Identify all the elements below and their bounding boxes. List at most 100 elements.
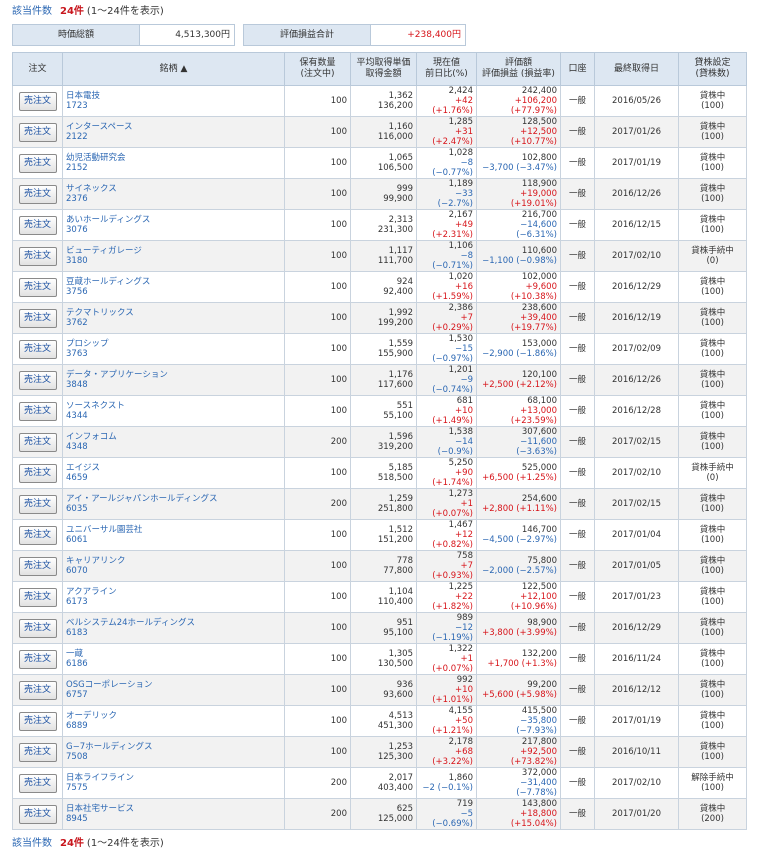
sell-order-button[interactable]: 売注文 [18,339,57,359]
sell-order-button[interactable]: 売注文 [18,184,57,204]
sell-order-button[interactable]: 売注文 [18,742,57,762]
sell-order-button[interactable]: 売注文 [18,246,57,266]
stock-code-link[interactable]: 4659 [66,473,281,483]
qty-cell: 100 [284,736,351,768]
stock-code-link[interactable]: 6889 [66,721,281,731]
stock-cell: あいホールディングス 3076 [62,209,285,241]
stock-code-link[interactable]: 4348 [66,442,281,452]
sell-order-button[interactable]: 売注文 [18,463,57,483]
stock-code-link[interactable]: 3756 [66,287,281,297]
valuation-cell: 102,000 +9,600 (+10.38%) [476,271,561,303]
sell-order-button[interactable]: 売注文 [18,432,57,452]
lending-status: 貸株中 [699,525,726,535]
stock-name-link[interactable]: 一蔵 [66,649,281,659]
valuation: 146,700 [521,525,557,535]
cost-amount: 199,200 [377,318,413,328]
date-cell: 2017/02/10 [594,767,679,799]
sell-order-button[interactable]: 売注文 [18,773,57,793]
stock-code-link[interactable]: 6173 [66,597,281,607]
valuation-cell: 75,800 −2,000 (−2.57%) [476,550,561,582]
stock-code-link[interactable]: 8945 [66,814,281,824]
stock-name-link[interactable]: G−7ホールディングス [66,742,281,752]
stock-name-link[interactable]: 豆蔵ホールディングス [66,277,281,287]
stock-code-link[interactable]: 1723 [66,101,281,111]
stock-name-link[interactable]: アイ・アールジャパンホールディングス [66,494,281,504]
sell-order-button[interactable]: 売注文 [18,153,57,173]
price-cell: 1,530 −15 (−0.97%) [416,333,477,365]
stock-code-link[interactable]: 6757 [66,690,281,700]
sell-order-button[interactable]: 売注文 [18,308,57,328]
stock-code-link[interactable]: 6186 [66,659,281,669]
sell-order-button[interactable]: 売注文 [18,804,57,824]
stock-code-link[interactable]: 3762 [66,318,281,328]
sell-order-button[interactable]: 売注文 [18,556,57,576]
date-cell: 2016/12/19 [594,302,679,334]
stock-name-link[interactable]: ユニバーサル園芸社 [66,525,281,535]
stock-name-link[interactable]: 幼児活動研究会 [66,153,281,163]
col-qty-l1: 保有数量 [299,58,336,68]
sell-order-button[interactable]: 売注文 [18,494,57,514]
sell-order-button[interactable]: 売注文 [18,680,57,700]
stock-name-link[interactable]: エイジス [66,463,281,473]
stock-name-link[interactable]: サイネックス [66,184,281,194]
sell-order-button[interactable]: 売注文 [18,122,57,142]
date-cell: 2016/12/29 [594,612,679,644]
stock-code-link[interactable]: 7508 [66,752,281,762]
profit-loss: +13,000 (+23.59%) [510,406,557,426]
sell-order-button[interactable]: 売注文 [18,587,57,607]
sell-order-button[interactable]: 売注文 [18,277,57,297]
stock-code-link[interactable]: 6183 [66,628,281,638]
stock-name-link[interactable]: アクアライン [66,587,281,597]
summary-bar: 時価総額 4,513,300円 評価損益合計 +238,400円 [0,24,767,46]
stock-code-link[interactable]: 3180 [66,256,281,266]
stock-name-link[interactable]: ベルシステム24ホールディングス [66,618,281,628]
stock-code-link[interactable]: 6035 [66,504,281,514]
stock-name-link[interactable]: 日本社宅サービス [66,804,281,814]
stock-name-link[interactable]: データ・アプリケーション [66,370,281,380]
lending-count: (100) [701,628,724,638]
stock-code-link[interactable]: 6061 [66,535,281,545]
stock-code-link[interactable]: 7575 [66,783,281,793]
sell-order-button[interactable]: 売注文 [18,525,57,545]
stock-code-link[interactable]: 3763 [66,349,281,359]
cost-amount: 93,600 [383,690,413,700]
order-cell: 売注文 [12,643,63,675]
table-row: 売注文 OSGコーポレーション 6757 100 936 93,600 992 +10 (+1… [12,674,747,706]
stock-name-link[interactable]: テクマトリックス [66,308,281,318]
stock-name-link[interactable]: あいホールディングス [66,215,281,225]
stock-code-link[interactable]: 3848 [66,380,281,390]
sell-order-button[interactable]: 売注文 [18,618,57,638]
stock-code-link[interactable]: 3076 [66,225,281,235]
cost-amount: 403,400 [377,783,413,793]
stock-name-link[interactable]: プロシップ [66,339,281,349]
stock-code-link[interactable]: 2122 [66,132,281,142]
stock-code-link[interactable]: 2376 [66,194,281,204]
stock-code-link[interactable]: 6070 [66,566,281,576]
day-change: +1 (+0.07%) [432,499,473,519]
table-row: 売注文 日本電技 1723 100 1,362 136,200 2,424 +42 (+1.7… [12,85,747,117]
lending-cell: 解除手続中 (100) [678,767,747,799]
stock-name-link[interactable]: OSGコーポレーション [66,680,281,690]
sell-order-button[interactable]: 売注文 [18,370,57,390]
sell-order-button[interactable]: 売注文 [18,91,57,111]
stock-name-link[interactable]: ソースネクスト [66,401,281,411]
stock-name-link[interactable]: オーデリック [66,711,281,721]
stock-name-link[interactable]: インフォコム [66,432,281,442]
stock-code-link[interactable]: 4344 [66,411,281,421]
table-row: 売注文 G−7ホールディングス 7508 100 1,253 125,300 2,178 +6… [12,736,747,768]
sell-order-button[interactable]: 売注文 [18,401,57,421]
col-name-label[interactable]: 銘柄 ▲ [160,64,188,74]
stock-name-link[interactable]: 日本ライフライン [66,773,281,783]
valuation: 102,000 [521,272,557,282]
sell-order-button[interactable]: 売注文 [18,649,57,669]
price-cell: 1,225 +22 (+1.82%) [416,581,477,613]
sell-order-button[interactable]: 売注文 [18,711,57,731]
sell-order-button[interactable]: 売注文 [18,215,57,235]
avg-cell: 1,512 151,200 [350,519,417,551]
stock-code-link[interactable]: 2152 [66,163,281,173]
stock-name-link[interactable]: 日本電技 [66,91,281,101]
stock-name-link[interactable]: インタースペース [66,122,281,132]
stock-name-link[interactable]: キャリアリンク [66,556,281,566]
col-name-sort[interactable]: 銘柄 ▲ [62,52,285,86]
stock-name-link[interactable]: ビューティガレージ [66,246,281,256]
